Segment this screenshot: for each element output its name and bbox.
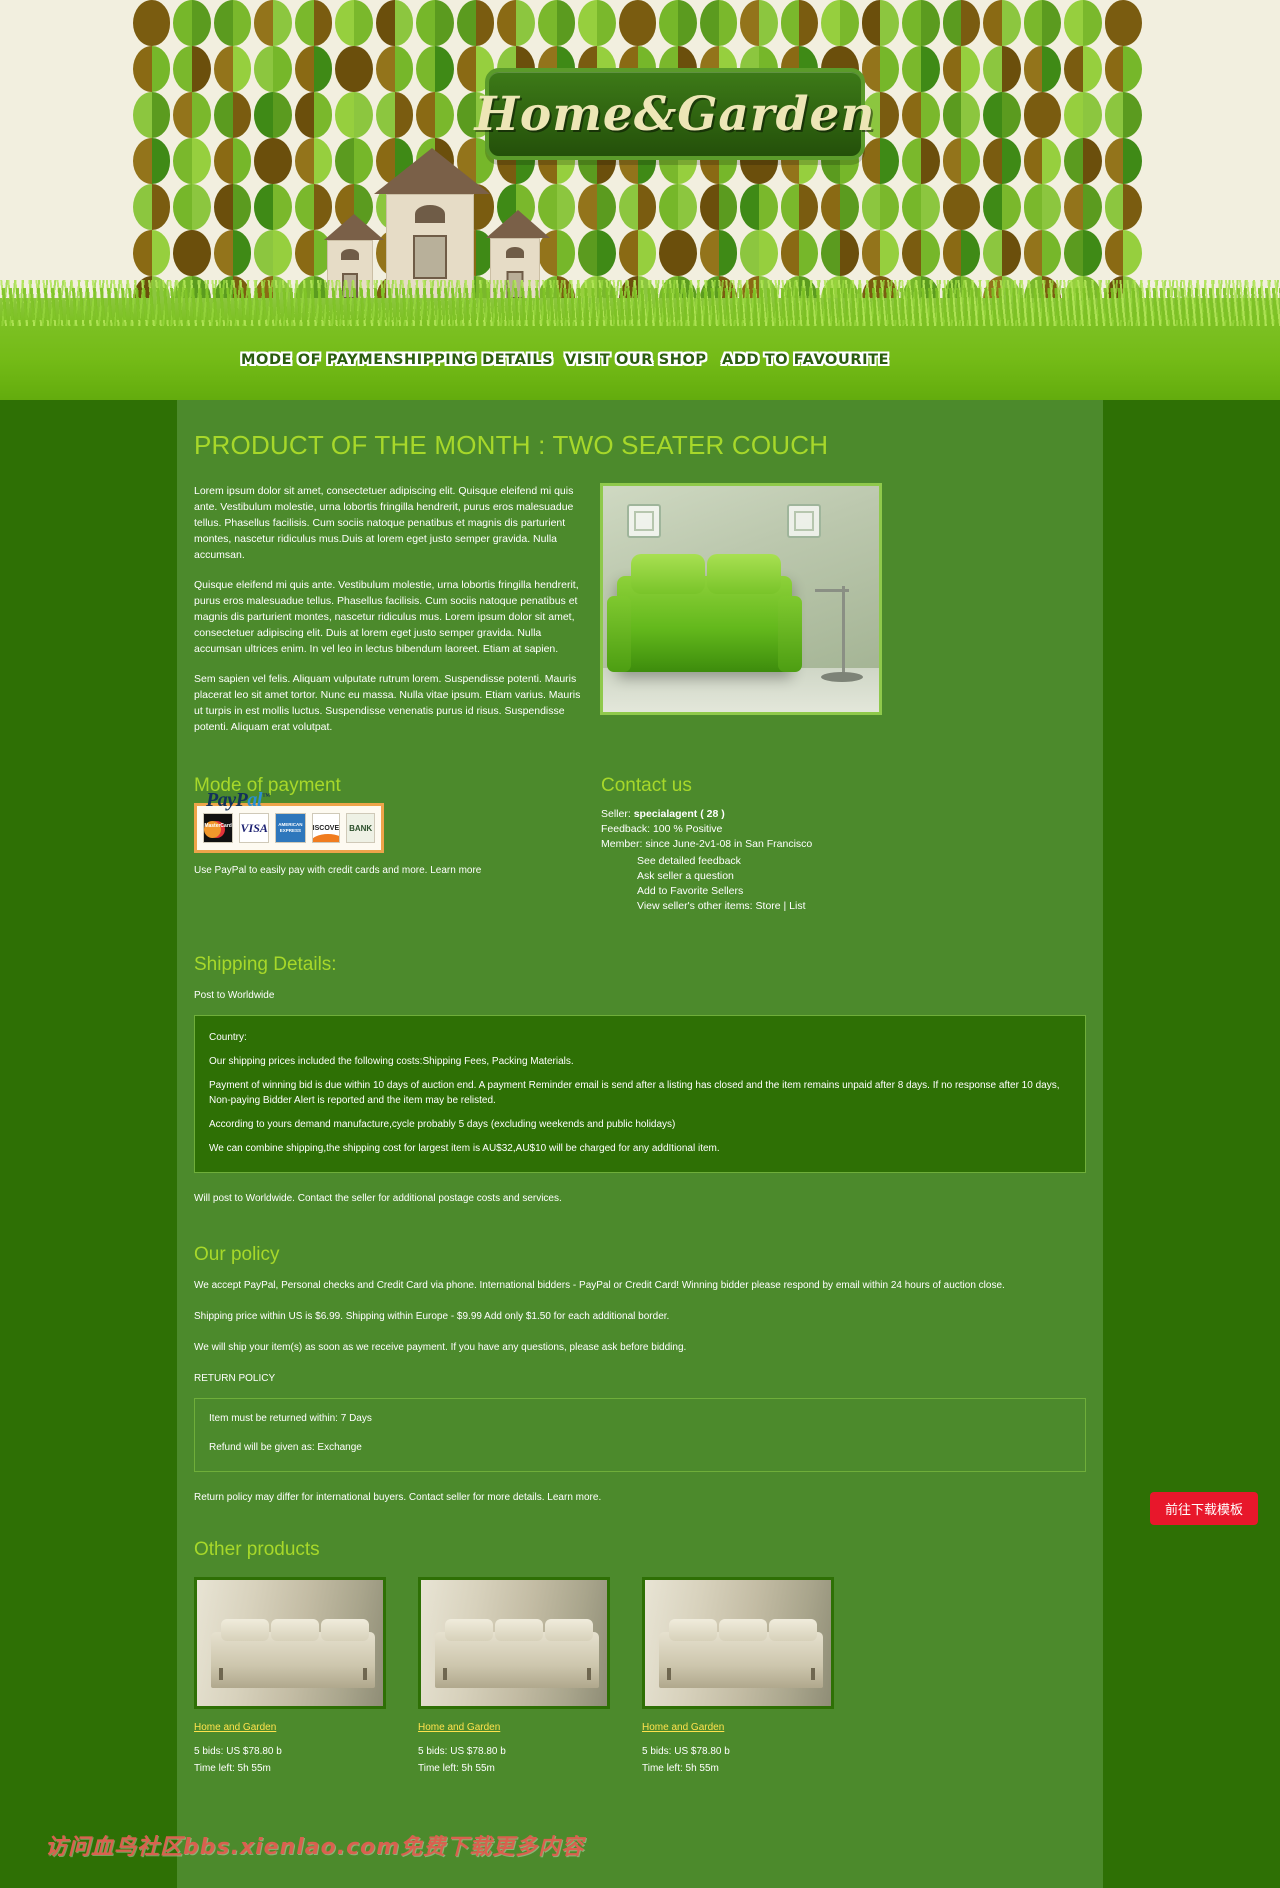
link-add-to-favorite-sellers[interactable]: Add to Favorite Sellers [637,884,1103,899]
seller-line: Seller: specialagent ( 28 ) [601,807,1103,822]
payment-contact-row: Mode of payment PayPal™ MasterCard VISA … [177,749,1103,914]
shipping-heading: Shipping Details: [194,954,337,975]
product-paragraph-3: Sem sapien vel felis. Aliquam vulputate … [194,673,581,733]
shipping-post-to: Post to Worldwide [194,990,275,1001]
mastercard-label: MasterCard [204,823,232,829]
visa-icon: VISA [239,813,270,843]
product-image-column [600,483,1086,749]
nav-item-add-to-favourite[interactable]: ADD TO FAVOURITE [722,352,889,368]
nav-item-visit-our-shop[interactable]: VISIT OUR SHOP [565,352,707,368]
link-see-detailed-feedback[interactable]: See detailed feedback [637,854,1103,869]
beige-couch-3 [659,1619,823,1688]
nav-item-mode-of-payment[interactable]: MODE OF PAYMENT [241,352,407,368]
page-title: PRODUCT OF THE MONTH : TWO SEATER COUCH [194,430,829,460]
product-paragraph-1: Lorem ipsum dolor sit amet, consectetuer… [194,485,574,561]
other-products-grid: Home and Garden 5 bids: US $78.80 b Time… [177,1577,1103,1777]
couch-arm-right [778,596,802,672]
shipping-combine-text: We can combine shipping,the shipping cos… [209,1143,720,1154]
nav-item-shipping-details[interactable]: SHIPPING DETAILS [393,352,553,368]
product-time-left-3: Time left: 5h 55m [642,1763,719,1774]
member-line: Member: since June-2v1-08 in San Francis… [601,838,813,850]
payment-section: Mode of payment PayPal™ MasterCard VISA … [177,749,583,914]
product-thumbnail-3[interactable] [642,1577,834,1709]
product-intro-section: Lorem ipsum dolor sit amet, consectetuer… [177,483,1103,749]
contact-heading: Contact us [601,775,692,796]
product-link-1[interactable]: Home and Garden [194,1722,386,1733]
product-paragraph-2: Quisque eleifend mi quis ante. Vestibulu… [194,579,579,655]
paypal-note: Use PayPal to easily pay with credit car… [194,865,482,876]
shipping-country-label: Country: [209,1032,247,1043]
paypal-tm-icon: ™ [261,791,270,801]
couch-cushion-left [631,554,705,594]
shipping-footer-note: Will post to Worldwide. Contact the sell… [194,1193,562,1204]
couch-cushion-right [707,554,781,594]
watermark-text: 访问血鸟社区bbs.xienlao.com免费下载更多内容 [45,1835,585,1860]
couch-arm-left [607,596,631,672]
seller-name: specialagent ( 28 ) [633,808,725,820]
contact-link-list: See detailed feedback Ask seller a quest… [601,854,1103,914]
payment-logos: PayPal™ MasterCard VISA AMERICAN EXPRESS… [194,789,384,853]
beige-couch-2 [435,1619,599,1688]
seller-label: Seller: [601,808,631,820]
shipping-costs-text: Our shipping prices included the followi… [209,1056,574,1067]
product-card-1[interactable]: Home and Garden 5 bids: US $78.80 b Time… [194,1577,386,1777]
main-navigation[interactable]: MODE OF PAYMENT SHIPPING DETAILS VISIT O… [0,340,1280,380]
product-bids-1: 5 bids: US $78.80 b [194,1746,282,1757]
product-meta-2: 5 bids: US $78.80 b Time left: 5h 55m [418,1743,610,1777]
product-link-2[interactable]: Home and Garden [418,1722,610,1733]
site-header: Home&Garden MODE OF PAYMENT SHIPPING DET… [0,0,1280,400]
main-content: PRODUCT OF THE MONTH : TWO SEATER COUCH … [177,400,1103,1888]
lamp-pole [842,586,845,678]
product-bids-2: 5 bids: US $78.80 b [418,1746,506,1757]
policy-heading: Our policy [194,1244,280,1265]
amex-icon: AMERICAN EXPRESS [275,813,306,843]
contact-section: Contact us Seller: specialagent ( 28 ) F… [601,749,1103,914]
contact-details: Seller: specialagent ( 28 ) Feedback: 10… [601,807,1103,914]
green-couch [607,554,802,672]
other-products-heading: Other products [194,1539,320,1560]
shipping-details-box: Country: Our shipping prices included th… [194,1015,1086,1173]
house-main-center [374,148,490,300]
mastercard-icon: MasterCard [203,813,234,843]
policy-paragraph-2: Shipping price within US is $6.99. Shipp… [194,1311,670,1322]
bank-icon: BANK [346,813,375,843]
product-thumbnail-2[interactable] [418,1577,610,1709]
product-hero-image[interactable] [600,483,882,715]
link-view-sellers-other-items[interactable]: View seller's other items: Store | List [637,899,1103,914]
product-card-2[interactable]: Home and Garden 5 bids: US $78.80 b Time… [418,1577,610,1777]
return-policy-refund: Refund will be given as: Exchange [209,1442,362,1453]
product-thumbnail-1[interactable] [194,1577,386,1709]
download-template-button[interactable]: 前往下载模板 [1149,1492,1258,1525]
site-logo-plate[interactable]: Home&Garden [474,68,875,160]
link-ask-seller-a-question[interactable]: Ask seller a question [637,869,1103,884]
product-time-left-2: Time left: 5h 55m [418,1763,495,1774]
houses-illustration [318,148,578,300]
wall-art-left-icon [627,504,661,538]
shipping-manufacture-cycle: According to yours demand manufacture,cy… [209,1119,676,1130]
return-policy-title: RETURN POLICY [194,1373,276,1384]
shipping-payment-terms: Payment of winning bid is due within 10 … [209,1080,1060,1106]
wall-art-right-icon [787,504,821,538]
product-time-left-1: Time left: 5h 55m [194,1763,271,1774]
paypal-logo-part1: PayP [206,789,248,811]
discover-icon: DISCOVER [311,813,341,843]
lamp-base [821,672,863,682]
site-logo-text: Home&Garden [474,86,876,142]
paypal-logo: PayPal™ [206,789,270,812]
paypal-logo-part2: al [247,789,262,811]
return-policy-window: Item must be returned within: 7 Days [209,1413,372,1424]
product-description: Lorem ipsum dolor sit amet, consectetuer… [194,483,582,749]
return-policy-footer: Return policy may differ for internation… [194,1492,602,1503]
product-link-3[interactable]: Home and Garden [642,1722,834,1733]
return-policy-box: Item must be returned within: 7 Days Ref… [194,1398,1086,1472]
policy-paragraph-1: We accept PayPal, Personal checks and Cr… [194,1280,1005,1291]
product-meta-3: 5 bids: US $78.80 b Time left: 5h 55m [642,1743,834,1777]
product-card-3[interactable]: Home and Garden 5 bids: US $78.80 b Time… [642,1577,834,1777]
feedback-line: Feedback: 100 % Positive [601,823,723,835]
product-meta-1: 5 bids: US $78.80 b Time left: 5h 55m [194,1743,386,1777]
product-bids-3: 5 bids: US $78.80 b [642,1746,730,1757]
policy-paragraph-3: We will ship your item(s) as soon as we … [194,1342,687,1353]
beige-couch-1 [211,1619,375,1688]
